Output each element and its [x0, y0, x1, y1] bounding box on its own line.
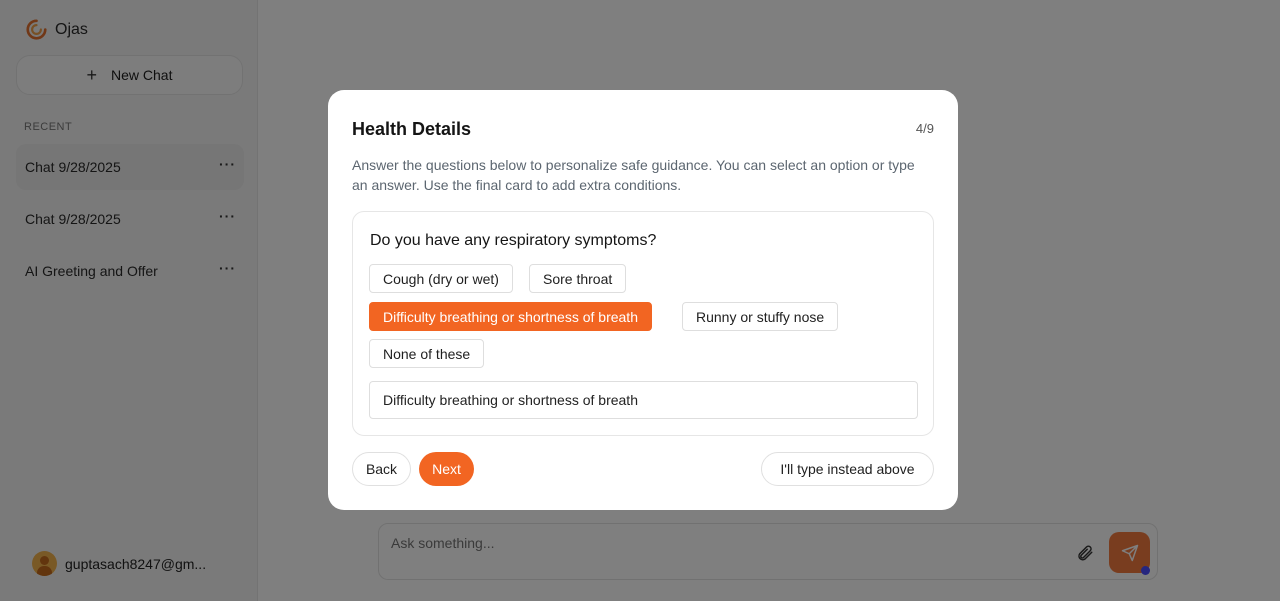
step-indicator: 4/9: [915, 121, 934, 136]
question-card: Do you have any respiratory symptoms? Co…: [352, 211, 934, 436]
type-instead-button[interactable]: I'll type instead above: [761, 452, 934, 486]
option-none[interactable]: None of these: [369, 339, 485, 368]
option-cough[interactable]: Cough (dry or wet): [369, 264, 513, 293]
option-sore-throat[interactable]: Sore throat: [529, 264, 627, 293]
health-details-dialog: Health Details 4/9 Answer the questions …: [328, 90, 958, 510]
next-button[interactable]: Next: [419, 452, 474, 486]
option-runny-nose[interactable]: Runny or stuffy nose: [682, 302, 839, 331]
question-text: Do you have any respiratory symptoms?: [370, 232, 657, 249]
option-difficulty-breathing[interactable]: Difficulty breathing or shortness of bre…: [369, 302, 652, 331]
answer-input[interactable]: [369, 381, 918, 419]
dialog-description: Answer the questions below to personaliz…: [352, 157, 915, 193]
dialog-title: Health Details: [352, 119, 472, 139]
back-button[interactable]: Back: [352, 452, 411, 486]
